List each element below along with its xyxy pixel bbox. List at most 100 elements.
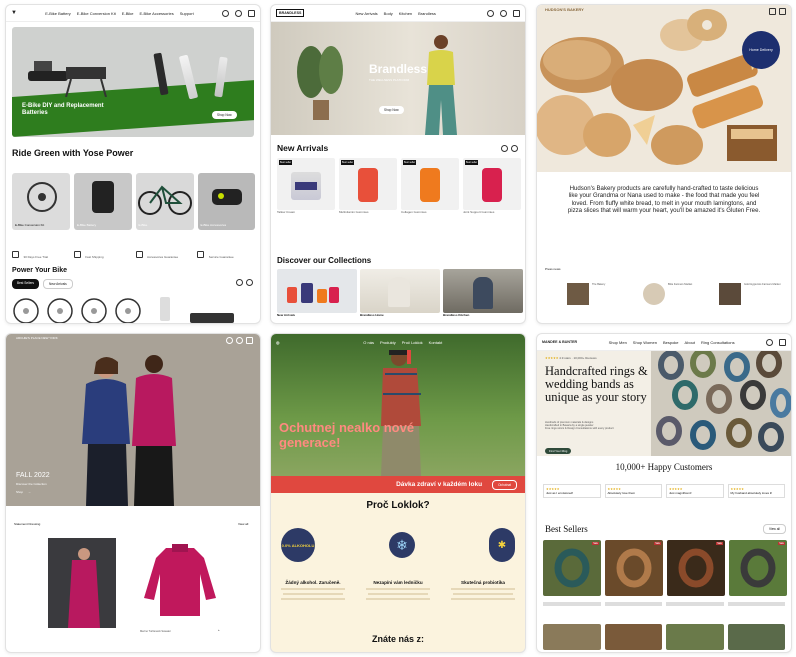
nav-item[interactable]: Support [180,11,194,16]
nav-item[interactable]: Ring Consultations [701,340,735,345]
card-fashion[interactable]: ARCHIE'S PLACE NEW YORK FALL 2022 Discov… [5,333,261,653]
nav-item[interactable]: Shop Women [633,340,657,345]
logo[interactable]: ARCHIE'S PLACE NEW YORK [16,336,76,340]
card-loklok[interactable]: ◎ O nás Produkty Proč Loklok Kontakt Och… [270,333,526,653]
card-brandless[interactable]: BRANDLESS New Arrivals Body Kitchen Bran… [270,4,526,324]
nav-item[interactable]: E-Bike Conversion Kit [77,11,116,16]
hero-image: ◎ O nás Produkty Proč Loklok Kontakt Och… [271,334,525,476]
product-card[interactable]: Best seller Joint Support Gummies [463,158,521,220]
cart-icon[interactable] [248,9,255,17]
nav-item[interactable]: New Arrivals [355,11,377,16]
card-hudsons-bakery[interactable]: HUDSON'S BAKERY Home Delivery Hudson's B… [536,4,792,324]
add-icon[interactable]: + [218,628,220,632]
cart-icon[interactable] [779,8,786,15]
account-icon[interactable] [235,9,242,17]
nav-item[interactable]: Bespoke [663,340,679,345]
battery-image [92,181,114,213]
view-all-button[interactable]: View all [763,524,786,534]
product-card[interactable] [666,624,724,650]
logo[interactable]: MANDEE & BUNTER [542,340,577,344]
feature-item: Skutečná probiotika [447,580,519,603]
hero-subtitle: THE WELLNESS PLATFORM [369,78,410,82]
search-icon[interactable] [487,9,494,17]
logo[interactable]: HUDSON'S BAKERY [545,7,584,12]
product-card[interactable]: Sale [667,540,725,596]
press-thumbnail [567,283,589,305]
search-icon[interactable] [222,9,229,17]
nav-item[interactable]: Body [384,11,393,16]
product-card[interactable] [543,624,601,650]
card-rings[interactable]: MANDEE & BUNTER Shop Men Shop Women Besp… [536,333,792,653]
review-card: ★★★★★ Absolutely love them [604,484,662,498]
tab-new-arrivals[interactable]: New Arrivals [43,279,73,289]
account-icon[interactable] [769,8,776,15]
tab-best-sellers[interactable]: Best Sellers [12,279,40,289]
account-icon[interactable] [500,9,507,17]
product-card[interactable] [604,624,662,650]
ring-image [678,548,714,588]
star-icon: ★★★★★ [545,356,559,360]
nav-item[interactable]: About [685,340,695,345]
bottle-image [420,168,440,202]
logo[interactable]: BRANDLESS [276,9,305,17]
collection-label: New Arrivals [277,313,296,317]
product-card[interactable]: Sale [605,540,663,596]
category-card[interactable]: E-Bike Accessories [197,173,255,230]
feature-item: Nezapíni vám ledničku [362,580,434,603]
search-icon[interactable] [226,337,233,344]
nav-item[interactable]: Kitchen [399,11,412,16]
nav-item[interactable]: Brandless [418,11,436,16]
shop-link[interactable]: Shop [16,490,23,494]
product-card[interactable]: Sale [729,540,787,596]
next-arrow-icon[interactable] [246,279,253,286]
press-item[interactable]: Bitte Farmers Market [643,283,709,305]
press-item[interactable]: Gold Hygienics Farmers Market [719,283,785,305]
wrench-icon [197,251,205,258]
man-drinking-image [381,350,421,476]
nav-item[interactable]: E-Bike Accessories [139,11,173,16]
models-image [82,355,176,506]
category-card[interactable]: E-Bike [135,173,194,230]
taste-button[interactable]: Ochutnat [492,479,517,490]
logo-icon[interactable]: ▼ [11,10,17,16]
card-yose-power[interactable]: ▼ E-Bike Battery E-Bike Conversion Kit E… [5,4,261,324]
collection-card[interactable]: Brandless Kitchen [443,269,523,321]
hero-shop-button[interactable]: Shop Now [212,111,237,119]
arrow-right-icon[interactable]: → [28,490,31,494]
cart-icon[interactable] [513,9,520,17]
nav-item[interactable]: E-Bike [122,11,134,16]
nav-item[interactable]: E-Bike Battery [45,11,71,16]
cart-icon[interactable] [246,337,253,344]
category-card[interactable]: E-Bike Battery [74,173,132,230]
account-icon[interactable] [236,337,243,344]
collection-card[interactable]: Brandless Home [360,269,440,321]
hero-image: HUDSON'S BAKERY Home Delivery [537,5,791,172]
product-card[interactable]: Best seller Collagen Gummies [401,158,459,220]
product-image[interactable] [140,538,220,618]
delivery-badge[interactable]: Home Delivery [742,31,780,69]
press-thumbnail [643,283,665,305]
product-name: Multivitamin Gummies [339,210,369,214]
find-ring-button[interactable]: Find Your Ring [545,448,572,454]
search-icon[interactable] [766,338,773,346]
product-card[interactable] [727,624,785,650]
product-card[interactable]: Best seller Tallow Cream [277,158,335,220]
cart-icon[interactable] [779,338,786,346]
top-nav: MANDEE & BUNTER Shop Men Shop Women Besp… [537,334,791,351]
category-card[interactable]: E-Bike Conversion Kit [12,173,70,230]
ring-image [616,548,652,588]
press-item[interactable]: The Bakery [567,283,633,305]
view-all-link[interactable]: View all [238,522,248,526]
hero-title: Ochutnej nealko nové generace! [279,420,415,450]
product-card[interactable]: Best seller Multivitamin Gummies [339,158,397,220]
woman-image [421,30,461,135]
next-arrow-icon[interactable] [511,145,518,152]
hero-shop-button[interactable]: Shop Now [379,106,404,114]
prev-arrow-icon[interactable] [501,145,508,152]
collection-card[interactable]: New Arrivals [277,269,357,321]
prev-arrow-icon[interactable] [236,279,243,286]
product-card[interactable]: Sale [543,540,601,596]
product-name: Joint Support Gummies [463,210,495,214]
nav-item[interactable]: Shop Men [609,340,627,345]
product-image[interactable] [48,538,116,628]
